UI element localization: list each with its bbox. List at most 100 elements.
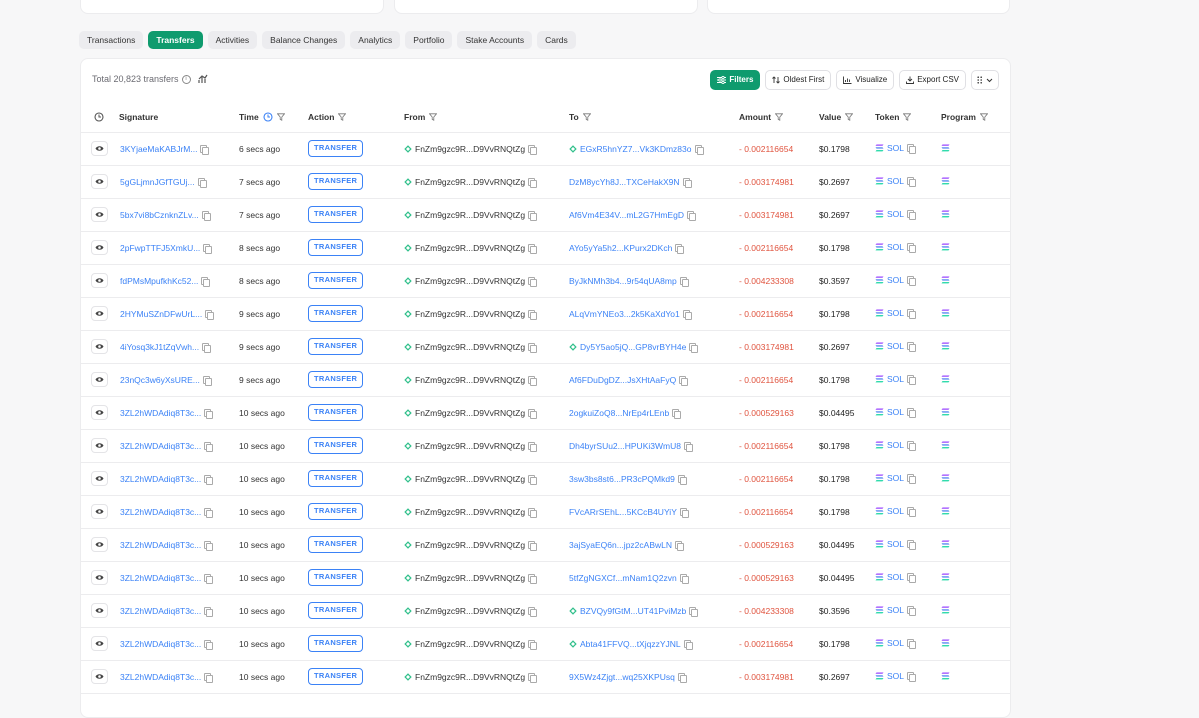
token-link[interactable]: SOL: [887, 572, 904, 582]
copy-icon[interactable]: [528, 475, 538, 485]
copy-icon[interactable]: [204, 409, 214, 419]
info-icon[interactable]: i: [181, 74, 191, 84]
to-address-link[interactable]: 3sw3bs8st6...PR3cPQMkd9: [569, 474, 675, 484]
signature-link[interactable]: 5gGLjmnJGfTGUj...: [120, 177, 195, 187]
to-address-link[interactable]: FVcARrSEhL...5KCcB4UYiY: [569, 507, 677, 517]
from-address-link[interactable]: FnZm9gzc9R...D9VvRNQtZg: [415, 342, 525, 352]
signature-link[interactable]: 3KYjaeMaKABJrM...: [120, 144, 197, 154]
copy-icon[interactable]: [197, 178, 207, 188]
copy-icon[interactable]: [204, 541, 214, 551]
copy-icon[interactable]: [907, 243, 917, 253]
signature-link[interactable]: 3ZL2hWDAdiq8T3c...: [120, 441, 201, 451]
from-address-link[interactable]: FnZm9gzc9R...D9VvRNQtZg: [415, 144, 525, 154]
token-link[interactable]: SOL: [887, 143, 904, 153]
more-options-button[interactable]: [971, 70, 999, 90]
copy-icon[interactable]: [679, 508, 689, 518]
copy-icon[interactable]: [683, 640, 693, 650]
copy-icon[interactable]: [200, 145, 210, 155]
copy-icon[interactable]: [204, 607, 214, 617]
from-address-link[interactable]: FnZm9gzc9R...D9VvRNQtZg: [415, 672, 525, 682]
copy-icon[interactable]: [907, 573, 917, 583]
copy-icon[interactable]: [675, 244, 685, 254]
copy-icon[interactable]: [528, 607, 538, 617]
export-csv-button[interactable]: Export CSV: [899, 70, 966, 90]
filter-icon[interactable]: [979, 113, 988, 121]
copy-icon[interactable]: [907, 309, 917, 319]
copy-icon[interactable]: [907, 177, 917, 187]
token-link[interactable]: SOL: [887, 539, 904, 549]
program-icon[interactable]: [941, 309, 950, 317]
view-details-button[interactable]: [91, 537, 108, 552]
signature-link[interactable]: 3ZL2hWDAdiq8T3c...: [120, 474, 201, 484]
view-details-button[interactable]: [91, 636, 108, 651]
token-link[interactable]: SOL: [887, 374, 904, 384]
token-link[interactable]: SOL: [887, 176, 904, 186]
filter-icon[interactable]: [338, 113, 347, 121]
program-icon[interactable]: [941, 474, 950, 482]
signature-link[interactable]: 5bx7vi8bCznknZLv...: [120, 210, 199, 220]
to-address-link[interactable]: DzM8ycYh8J...TXCeHakX9N: [569, 177, 680, 187]
copy-icon[interactable]: [677, 475, 687, 485]
copy-icon[interactable]: [204, 508, 214, 518]
copy-icon[interactable]: [907, 474, 917, 484]
from-address-link[interactable]: FnZm9gzc9R...D9VvRNQtZg: [415, 507, 525, 517]
tab-stake-accounts[interactable]: Stake Accounts: [457, 31, 533, 49]
view-details-button[interactable]: [91, 273, 108, 288]
signature-link[interactable]: 3ZL2hWDAdiq8T3c...: [120, 606, 201, 616]
signature-link[interactable]: 3ZL2hWDAdiq8T3c...: [120, 408, 201, 418]
program-icon[interactable]: [941, 177, 950, 185]
from-address-link[interactable]: FnZm9gzc9R...D9VvRNQtZg: [415, 210, 525, 220]
tab-portfolio[interactable]: Portfolio: [405, 31, 453, 49]
program-icon[interactable]: [941, 540, 950, 548]
to-address-link[interactable]: Dh4byrSUu2...HPUKi3WmU8: [569, 441, 681, 451]
from-address-link[interactable]: FnZm9gzc9R...D9VvRNQtZg: [415, 309, 525, 319]
from-address-link[interactable]: FnZm9gzc9R...D9VvRNQtZg: [415, 639, 525, 649]
to-address-link[interactable]: 2ogkuiZoQ8...NrEp4rLEnb: [569, 408, 669, 418]
view-details-button[interactable]: [91, 174, 108, 189]
program-icon[interactable]: [941, 243, 950, 251]
copy-icon[interactable]: [204, 640, 214, 650]
filter-icon[interactable]: [276, 113, 285, 121]
to-address-link[interactable]: BZVQy9fGtM...UT41PviMzb: [580, 606, 686, 616]
copy-icon[interactable]: [907, 210, 917, 220]
copy-icon[interactable]: [204, 442, 214, 452]
copy-icon[interactable]: [528, 508, 538, 518]
copy-icon[interactable]: [528, 640, 538, 650]
view-details-button[interactable]: [91, 339, 108, 354]
from-address-link[interactable]: FnZm9gzc9R...D9VvRNQtZg: [415, 243, 525, 253]
copy-icon[interactable]: [675, 541, 684, 551]
token-link[interactable]: SOL: [887, 275, 904, 285]
from-address-link[interactable]: FnZm9gzc9R...D9VvRNQtZg: [415, 474, 525, 484]
filter-icon[interactable]: [845, 113, 854, 121]
copy-icon[interactable]: [528, 541, 538, 551]
signature-link[interactable]: 2HYMuSZnDFwUrL...: [120, 309, 202, 319]
tab-analytics[interactable]: Analytics: [350, 31, 401, 49]
signature-link[interactable]: 3ZL2hWDAdiq8T3c...: [120, 639, 201, 649]
to-address-link[interactable]: ByJkNMh3b4...9r54qUA8mp: [569, 276, 677, 286]
tab-transfers[interactable]: Transfers: [148, 31, 203, 49]
view-details-button[interactable]: [91, 306, 108, 321]
signature-link[interactable]: 23nQc3w6yXsURE...: [120, 375, 200, 385]
copy-icon[interactable]: [528, 409, 538, 419]
signature-link[interactable]: 4iYosq3kJ1tZqVwh...: [120, 342, 199, 352]
program-icon[interactable]: [941, 144, 950, 152]
copy-icon[interactable]: [201, 277, 211, 287]
oldest-first-button[interactable]: Oldest First: [765, 70, 832, 90]
copy-icon[interactable]: [677, 673, 687, 683]
to-address-link[interactable]: Af6FDuDgDZ...JsXHtAaFyQ: [569, 375, 676, 385]
program-icon[interactable]: [941, 639, 950, 647]
copy-icon[interactable]: [679, 574, 689, 584]
to-address-link[interactable]: 9X5Wz4Zjgt...wq25XKPUsq: [569, 672, 675, 682]
copy-icon[interactable]: [907, 276, 917, 286]
copy-icon[interactable]: [204, 673, 214, 683]
copy-icon[interactable]: [689, 607, 699, 617]
copy-icon[interactable]: [202, 376, 212, 386]
copy-icon[interactable]: [907, 606, 917, 616]
copy-icon[interactable]: [528, 211, 538, 221]
copy-icon[interactable]: [205, 310, 215, 320]
view-details-button[interactable]: [91, 603, 108, 618]
copy-icon[interactable]: [907, 408, 917, 418]
copy-icon[interactable]: [203, 244, 213, 254]
copy-icon[interactable]: [201, 211, 211, 221]
to-address-link[interactable]: 3ajSyaEQ6n...jpz2cABwLN: [569, 540, 672, 550]
